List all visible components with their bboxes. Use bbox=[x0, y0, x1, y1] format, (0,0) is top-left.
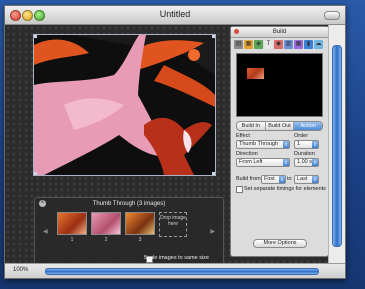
toolbar-toggle-button[interactable] bbox=[324, 11, 340, 20]
scale-images-label: Scale images to same size bbox=[143, 255, 209, 261]
thumbnail-number: 3 bbox=[138, 237, 142, 243]
chevron-right-icon[interactable]: ▶ bbox=[210, 228, 215, 235]
zoom-select[interactable]: 100% bbox=[13, 267, 28, 273]
document-icon[interactable]: ▤ bbox=[234, 40, 243, 49]
starfish-photo bbox=[34, 35, 215, 175]
build-to-select[interactable]: Last ⇕ bbox=[294, 175, 319, 184]
separate-timings-label: Set separate timings for elements bbox=[244, 186, 326, 192]
duration-value: 1.00 s bbox=[297, 159, 312, 165]
chevron-down-icon: ⇕ bbox=[279, 176, 285, 183]
duration-label: Duration bbox=[294, 151, 315, 157]
thumbnail-number: 2 bbox=[104, 237, 108, 243]
chevron-down-icon: ⇕ bbox=[312, 141, 318, 148]
build-from-label: Build from bbox=[236, 176, 261, 182]
preview-thumbnail bbox=[247, 68, 264, 79]
stepper-icon[interactable]: ⇕ bbox=[312, 159, 318, 166]
more-options-button[interactable]: More Options bbox=[253, 239, 307, 248]
chart-icon[interactable]: ▮ bbox=[304, 40, 313, 49]
build-from-value: First bbox=[264, 176, 275, 182]
tab-action[interactable]: Action bbox=[294, 122, 322, 130]
build-to-value: Last bbox=[297, 176, 308, 182]
order-select[interactable]: 1 ⇕ bbox=[294, 140, 319, 149]
build-preview bbox=[236, 53, 323, 117]
metrics-icon[interactable]: ▥ bbox=[284, 40, 293, 49]
build-tabs: Build In Build Out Action bbox=[236, 121, 323, 131]
chevron-left-icon[interactable]: ◀ bbox=[43, 228, 48, 235]
separate-timings-checkbox[interactable] bbox=[236, 186, 243, 193]
direction-value: From Left bbox=[239, 159, 263, 165]
title-bar[interactable]: Untitled bbox=[5, 6, 345, 25]
text-icon[interactable]: T bbox=[264, 40, 273, 49]
thumbnail-number: 1 bbox=[70, 237, 74, 243]
to-label: to bbox=[287, 176, 292, 182]
thumb-through-panel: × Thumb Through (3 images) ◀ ▶ 1 2 3 Dro… bbox=[34, 197, 224, 267]
panel-title: Thumb Through (3 images) bbox=[92, 201, 166, 207]
slide-image[interactable] bbox=[33, 34, 216, 176]
tab-build-out[interactable]: Build Out bbox=[265, 122, 295, 130]
thumbnail-1[interactable]: 1 bbox=[57, 212, 87, 243]
build-inspector: Build ▤ ▦ ◈ T ◆ ▥ ▦ ▮ ☁ Build In Build O… bbox=[230, 26, 329, 257]
build-from-select[interactable]: First ⇕ bbox=[261, 175, 286, 184]
effect-select[interactable]: Thumb Through ⇕ bbox=[236, 140, 290, 149]
order-value: 1 bbox=[297, 141, 301, 147]
build-icon[interactable]: ◈ bbox=[254, 40, 263, 49]
direction-label: Direction bbox=[236, 151, 258, 157]
chevron-down-icon: ⇕ bbox=[283, 159, 289, 166]
graphic-icon[interactable]: ◆ bbox=[274, 40, 283, 49]
drop-image-target[interactable]: Drop image here bbox=[159, 212, 187, 237]
chevron-down-icon: ⇕ bbox=[283, 141, 289, 148]
slide-canvas[interactable]: Build ▤ ▦ ◈ T ◆ ▥ ▦ ▮ ☁ Build In Build O… bbox=[5, 25, 329, 267]
vertical-scrollbar[interactable] bbox=[328, 25, 345, 263]
inspector-toolbar: ▤ ▦ ◈ T ◆ ▥ ▦ ▮ ☁ bbox=[231, 38, 328, 51]
window-title: Untitled bbox=[159, 9, 191, 19]
hyperlink-icon[interactable]: ☁ bbox=[314, 40, 323, 49]
direction-select[interactable]: From Left ⇕ bbox=[236, 158, 290, 167]
tab-build-in[interactable]: Build In bbox=[237, 122, 266, 130]
table-icon[interactable]: ▦ bbox=[294, 40, 303, 49]
thumbnail-strip: 1 2 3 Drop image here bbox=[57, 212, 187, 243]
horizontal-scroll-thumb[interactable] bbox=[45, 268, 319, 275]
thumbnail-3[interactable]: 3 bbox=[125, 212, 155, 243]
thumbnail-2[interactable]: 2 bbox=[91, 212, 121, 243]
app-window: Untitled Build ▤ ▦ ◈ T ◆ ▥ ▦ ▮ ☁ Build I… bbox=[4, 5, 346, 279]
order-label: Order bbox=[294, 133, 309, 139]
effect-value: Thumb Through bbox=[239, 141, 279, 147]
chevron-down-icon: ⇕ bbox=[312, 176, 318, 183]
inspector-close-button[interactable] bbox=[234, 29, 239, 34]
effect-label: Effect bbox=[236, 133, 250, 139]
inspector-title: Build bbox=[231, 27, 328, 38]
slide-icon[interactable]: ▦ bbox=[244, 40, 253, 49]
duration-stepper[interactable]: 1.00 s ⇕ bbox=[294, 158, 319, 167]
status-bar: 100% bbox=[5, 263, 345, 278]
vertical-scroll-thumb[interactable] bbox=[332, 45, 342, 247]
